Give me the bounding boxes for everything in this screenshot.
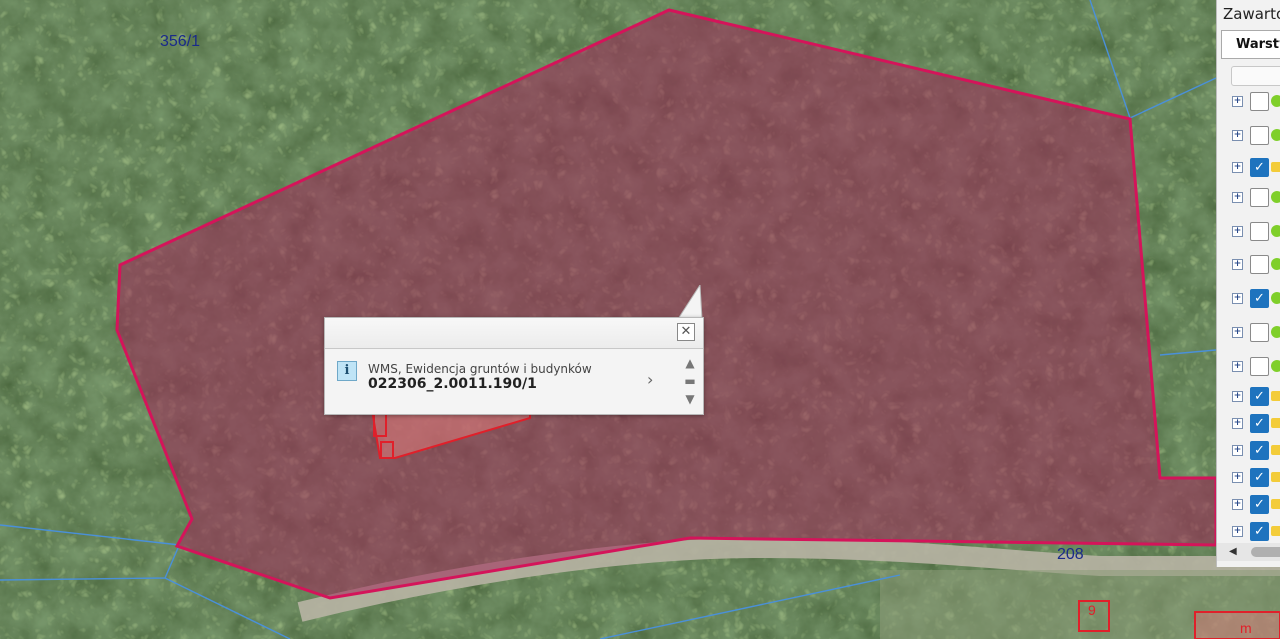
expand-icon[interactable]: + xyxy=(1232,526,1243,537)
expand-icon[interactable]: + xyxy=(1232,259,1243,270)
expand-icon[interactable]: + xyxy=(1232,192,1243,203)
layer-row[interactable]: + ✓ xyxy=(1217,467,1280,489)
panel-horizontal-scrollbar[interactable]: ◀ xyxy=(1217,543,1280,561)
layer-visibility-checkbox[interactable]: ✓ xyxy=(1250,468,1269,487)
parcel-label-208: 208 xyxy=(1057,546,1084,563)
layer-visibility-checkbox[interactable]: ✓ xyxy=(1250,158,1269,177)
layer-visibility-checkbox[interactable] xyxy=(1250,323,1269,342)
layer-row[interactable]: + ✓ xyxy=(1217,288,1280,310)
folder-icon xyxy=(1271,391,1280,401)
layer-visibility-checkbox[interactable]: ✓ xyxy=(1250,414,1269,433)
popup-header: ✕ xyxy=(325,318,703,349)
status-dot-icon xyxy=(1271,326,1280,338)
layer-row[interactable]: + ✓ xyxy=(1217,440,1280,462)
expand-icon[interactable]: + xyxy=(1232,327,1243,338)
expand-icon[interactable]: + xyxy=(1232,361,1243,372)
expand-icon[interactable]: + xyxy=(1232,418,1243,429)
status-dot-icon xyxy=(1271,95,1280,107)
layer-row[interactable]: + xyxy=(1217,187,1280,209)
layer-row[interactable]: + xyxy=(1217,91,1280,113)
status-dot-icon xyxy=(1271,191,1280,203)
layer-visibility-checkbox[interactable] xyxy=(1250,92,1269,111)
status-dot-icon xyxy=(1271,292,1280,304)
parcel-m-outline xyxy=(1194,611,1280,639)
status-dot-icon xyxy=(1271,258,1280,270)
layer-row[interactable]: + xyxy=(1217,125,1280,147)
expand-icon[interactable]: + xyxy=(1232,130,1243,141)
panel-toolbar[interactable] xyxy=(1231,66,1280,86)
info-icon: i xyxy=(337,361,357,381)
layer-visibility-checkbox[interactable] xyxy=(1250,222,1269,241)
layer-visibility-checkbox[interactable] xyxy=(1250,255,1269,274)
folder-icon xyxy=(1271,162,1280,172)
popup-scrollbar[interactable]: ▲ ▬ ▼ xyxy=(679,354,701,410)
scroll-thumb[interactable] xyxy=(1251,547,1280,557)
expand-icon[interactable]: + xyxy=(1232,472,1243,483)
status-dot-icon xyxy=(1271,225,1280,237)
layer-row[interactable]: + ✓ xyxy=(1217,413,1280,435)
status-dot-icon xyxy=(1271,360,1280,372)
contents-panel: Zawartość Warstwy +++✓++++✓+++✓+✓+✓+✓+✓+… xyxy=(1216,0,1280,567)
layer-visibility-checkbox[interactable] xyxy=(1250,126,1269,145)
scroll-up-icon[interactable]: ▲ xyxy=(683,356,697,370)
status-dot-icon xyxy=(1271,129,1280,141)
layer-visibility-checkbox[interactable]: ✓ xyxy=(1250,441,1269,460)
layer-visibility-checkbox[interactable]: ✓ xyxy=(1250,387,1269,406)
parcel-label-m: m xyxy=(1240,620,1252,636)
panel-title: Zawartość xyxy=(1223,5,1280,23)
layer-row[interactable]: + ✓ xyxy=(1217,521,1280,543)
parcel-label-356-1: 356/1 xyxy=(160,33,201,50)
expand-icon[interactable]: + xyxy=(1232,391,1243,402)
layer-visibility-checkbox[interactable]: ✓ xyxy=(1250,522,1269,541)
folder-icon xyxy=(1271,526,1280,536)
next-result-icon[interactable]: › xyxy=(647,370,653,389)
layer-row[interactable]: + xyxy=(1217,254,1280,276)
layer-visibility-checkbox[interactable] xyxy=(1250,188,1269,207)
scroll-down-icon[interactable]: ▼ xyxy=(683,392,697,406)
layer-visibility-checkbox[interactable]: ✓ xyxy=(1250,289,1269,308)
expand-icon[interactable]: + xyxy=(1232,445,1243,456)
expand-icon[interactable]: + xyxy=(1232,293,1243,304)
scroll-thumb[interactable]: ▬ xyxy=(683,374,697,388)
layer-row[interactable]: + xyxy=(1217,221,1280,243)
tab-layers[interactable]: Warstwy xyxy=(1221,30,1280,59)
layer-row[interactable]: + ✓ xyxy=(1217,494,1280,516)
popup-pointer xyxy=(678,285,703,319)
layer-row[interactable]: + ✓ xyxy=(1217,157,1280,179)
close-icon[interactable]: ✕ xyxy=(677,323,695,341)
layer-visibility-checkbox[interactable] xyxy=(1250,357,1269,376)
layer-row[interactable]: + ✓ xyxy=(1217,386,1280,408)
folder-icon xyxy=(1271,499,1280,509)
scroll-left-icon[interactable]: ◀ xyxy=(1229,546,1237,557)
expand-icon[interactable]: + xyxy=(1232,96,1243,107)
popup-feature-id[interactable]: 022306_2.0011.190/1 xyxy=(368,376,537,392)
layer-visibility-checkbox[interactable]: ✓ xyxy=(1250,495,1269,514)
identify-popup: ✕ i WMS, Ewidencja gruntów i budynków 02… xyxy=(324,317,704,415)
expand-icon[interactable]: + xyxy=(1232,499,1243,510)
popup-layer-name: WMS, Ewidencja gruntów i budynków xyxy=(368,362,592,376)
parcel-label-9: 9 xyxy=(1088,602,1096,618)
folder-icon xyxy=(1271,472,1280,482)
layer-row[interactable]: + xyxy=(1217,356,1280,378)
folder-icon xyxy=(1271,418,1280,428)
expand-icon[interactable]: + xyxy=(1232,226,1243,237)
layer-row[interactable]: + xyxy=(1217,322,1280,344)
expand-icon[interactable]: + xyxy=(1232,162,1243,173)
folder-icon xyxy=(1271,445,1280,455)
